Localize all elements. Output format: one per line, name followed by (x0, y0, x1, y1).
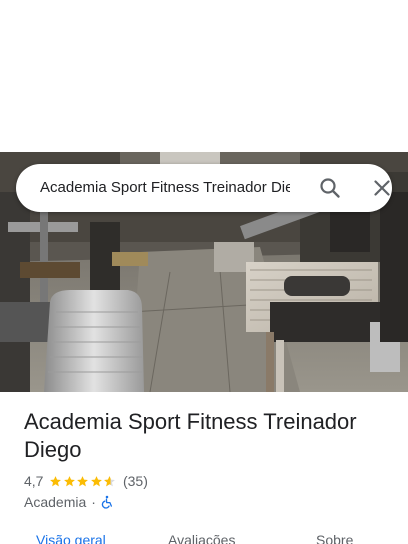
search-bar[interactable]: Academia Sport Fitness Treinador Diego (16, 164, 392, 212)
review-count[interactable]: (35) (123, 473, 148, 489)
tab-about[interactable]: Sobre (316, 532, 353, 544)
place-title: Academia Sport Fitness Treinador Diego (24, 409, 357, 462)
star-rating (49, 475, 117, 488)
search-icon[interactable] (318, 176, 342, 200)
wheelchair-icon[interactable] (100, 495, 114, 509)
place-details-page: Academia Sport Fitness Treinador Diego A… (0, 0, 408, 544)
place-tabs: Visão geral Avaliações Sobre (0, 528, 408, 544)
category-label: Academia (24, 494, 87, 510)
half-star-icon (104, 475, 116, 486)
separator-dot: · (91, 494, 96, 510)
close-icon[interactable] (370, 176, 394, 200)
star-icon (64, 475, 75, 486)
rating-row[interactable]: 4,7 (35) (24, 472, 148, 490)
star-icon (50, 475, 62, 486)
star-icon (77, 475, 89, 486)
category-row: Academia · (24, 493, 114, 511)
tab-reviews[interactable]: Avaliações (168, 532, 235, 544)
star-icon (91, 475, 102, 486)
tab-overview[interactable]: Visão geral (36, 532, 106, 544)
rating-value: 4,7 (24, 473, 44, 489)
search-input[interactable]: Academia Sport Fitness Treinador Diego (40, 164, 290, 212)
